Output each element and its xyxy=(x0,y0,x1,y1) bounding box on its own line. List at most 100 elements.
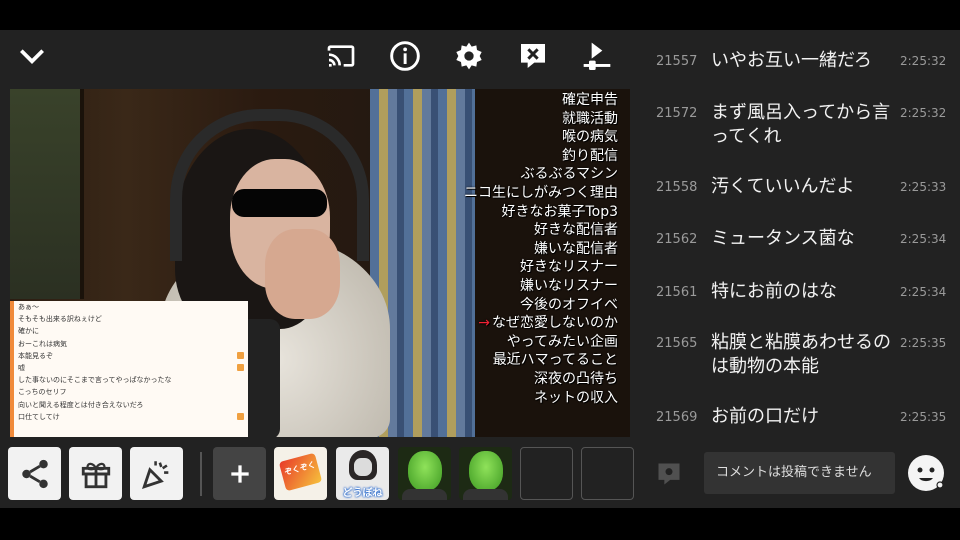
comment-time: 2:25:33 xyxy=(900,180,947,194)
comment-number: 21569 xyxy=(656,410,698,425)
gift-item-slot[interactable]: ぞくぞく xyxy=(274,447,327,500)
comment-row: 21561 特にお前のはな 2:25:34 xyxy=(640,275,960,325)
comment-number: 21558 xyxy=(656,180,698,195)
comment-row: 21558 汚くていいんだよ 2:25:33 xyxy=(640,170,960,220)
comment-text: 粘膜と粘膜あわせるのは動物の本能 xyxy=(711,332,891,377)
overlay-comment: 確かに xyxy=(14,325,248,337)
gift-item-body xyxy=(463,489,508,500)
action-bar: ぞくぞく どうぼね xyxy=(0,446,640,502)
topic-list: 確定申告 就職活動 喉の病気 釣り配信 ぶるぶるマシン ニコ生にしがみつく理由 … xyxy=(458,91,618,407)
empty-item-slot[interactable] xyxy=(581,447,634,500)
empty-item-slot[interactable] xyxy=(520,447,573,500)
topic-item: 嫌いな配信者 xyxy=(534,240,618,257)
topic-item: 嫌いなリスナー xyxy=(520,277,618,294)
gift-item-body xyxy=(402,489,447,500)
gift-item-face xyxy=(354,458,372,476)
smiley-face-icon[interactable] xyxy=(906,453,946,493)
collapse-button[interactable] xyxy=(12,36,52,76)
overlay-comment-text: 確かに xyxy=(18,327,39,336)
comment-time: 2:25:34 xyxy=(900,232,947,246)
topic-item: 好きなリスナー xyxy=(520,259,618,276)
topic-item: やってみたい企画 xyxy=(506,333,618,350)
comment-number: 21572 xyxy=(656,106,698,121)
comment-text: 特にお前のはな xyxy=(711,281,837,302)
overlay-comment: 本能見るぞ xyxy=(14,350,248,362)
overlay-comment: 嘘 xyxy=(14,362,248,374)
comment-text: いやお互い一緒だろ xyxy=(711,50,872,71)
share-button[interactable] xyxy=(8,447,61,500)
quality-button[interactable] xyxy=(577,36,617,76)
overlay-comment-text: こっちのセリフ xyxy=(18,388,67,397)
player-toolbar xyxy=(0,30,640,85)
gear-icon xyxy=(456,42,482,70)
add-item-button[interactable] xyxy=(213,447,266,500)
info-button[interactable] xyxy=(385,36,425,76)
topic-item: なぜ恋愛しないのか xyxy=(458,314,618,333)
overlay-comment: 向いと聞える程度とは付き合えないだろ xyxy=(14,399,248,411)
comment-marker xyxy=(237,364,244,372)
overlay-comment-text: あぁ～ xyxy=(18,303,39,311)
overlay-comment-panel: あぁ～ そもそも出来る訳ねぇけど 確かに おーこれは病気 本能見るぞ 嘘 した事… xyxy=(10,301,248,437)
comment-list[interactable]: 21557 いやお互い一緒だろ 2:25:32 21572 まず風呂入ってから言… xyxy=(640,30,960,438)
share-icon xyxy=(21,459,48,488)
topic-item: 喉の病気 xyxy=(562,129,618,146)
gift-button[interactable] xyxy=(69,447,122,500)
topic-item: ネットの収入 xyxy=(534,389,618,406)
topic-item: 好きな配信者 xyxy=(534,222,618,239)
comment-number: 21562 xyxy=(656,232,698,247)
comment-marker xyxy=(237,351,244,359)
gift-icon xyxy=(81,462,110,488)
overlay-comment-text: 口仕てしてけ xyxy=(18,412,60,421)
overlay-comment-text: 嘘 xyxy=(18,364,25,373)
overlay-comment: おーこれは病気 xyxy=(14,338,248,350)
overlay-comment-text: 向いと聞える程度とは付き合えないだろ xyxy=(18,400,144,409)
comment-time: 2:25:32 xyxy=(900,54,947,68)
streamer-hand xyxy=(265,229,340,319)
advertise-button[interactable] xyxy=(130,447,183,500)
topic-item: 就職活動 xyxy=(562,110,618,127)
overlay-comment: こっちのセリフ xyxy=(14,386,248,398)
comment-row: 21557 いやお互い一緒だろ 2:25:32 xyxy=(640,44,960,94)
chevron-down-icon xyxy=(20,49,44,64)
gift-item-slot[interactable] xyxy=(459,447,512,500)
topic-item: 今後のオフイベ xyxy=(520,296,618,313)
gift-item-slot[interactable]: どうぼね xyxy=(336,447,389,500)
comment-row: 21572 まず風呂入ってから言ってくれ 2:25:32 xyxy=(640,96,960,147)
comment-row: 21562 ミュータンス菌な 2:25:34 xyxy=(640,222,960,272)
comment-input[interactable]: コメントは投稿できません xyxy=(704,452,895,494)
gift-item-image xyxy=(469,451,503,491)
overlay-comment: 口仕てしてけ xyxy=(14,411,248,423)
comment-row: 21569 お前の口だけ 2:25:35 xyxy=(640,400,960,438)
party-popper-icon xyxy=(141,460,168,489)
comment-row: 21565 粘膜と粘膜あわせるのは動物の本能 2:25:35 xyxy=(640,326,960,377)
player-pane: 確定申告 就職活動 喉の病気 釣り配信 ぶるぶるマシン ニコ生にしがみつく理由 … xyxy=(0,30,640,508)
topic-item: 深夜の凸待ち xyxy=(534,370,618,387)
topic-item: 釣り配信 xyxy=(562,147,618,164)
hide-comments-button[interactable] xyxy=(513,36,553,76)
video-player[interactable]: 確定申告 就職活動 喉の病気 釣り配信 ぶるぶるマシン ニコ生にしがみつく理由 … xyxy=(10,89,630,437)
settings-button[interactable] xyxy=(449,36,489,76)
comment-off-icon xyxy=(521,44,545,68)
overlay-comment-text: した事ないのにそこまで言ってやっぱなかったな xyxy=(18,376,172,385)
gift-item-image xyxy=(408,451,442,491)
topic-item: 好きなお菓子Top3 xyxy=(501,203,618,220)
topic-item: ぶるぶるマシン xyxy=(520,166,618,183)
sunglasses xyxy=(232,189,327,217)
quality-slider-icon xyxy=(583,42,611,70)
gift-item-slot[interactable] xyxy=(398,447,451,500)
comment-text: ミュータンス菌な xyxy=(711,228,855,249)
window-background xyxy=(10,89,84,299)
plus-icon xyxy=(230,464,249,483)
overlay-comment-text: おーこれは病気 xyxy=(18,339,67,348)
comment-text: お前の口だけ xyxy=(711,406,819,427)
comment-pane: 21557 いやお互い一緒だろ 2:25:32 21572 まず風呂入ってから言… xyxy=(640,30,960,508)
cast-button[interactable] xyxy=(321,36,361,76)
overlay-comment-text: そもそも出来る訳ねぇけど xyxy=(18,315,102,324)
topic-item: 最近ハマってること xyxy=(492,352,618,369)
comment-input-bar: コメントは投稿できません xyxy=(640,450,960,500)
divider xyxy=(200,452,202,496)
overlay-comment: あぁ～ xyxy=(14,301,248,313)
comment-time: 2:25:32 xyxy=(900,106,947,120)
app: 確定申告 就職活動 喉の病気 釣り配信 ぶるぶるマシン ニコ生にしがみつく理由 … xyxy=(0,30,960,508)
comment-time: 2:25:35 xyxy=(900,336,947,350)
